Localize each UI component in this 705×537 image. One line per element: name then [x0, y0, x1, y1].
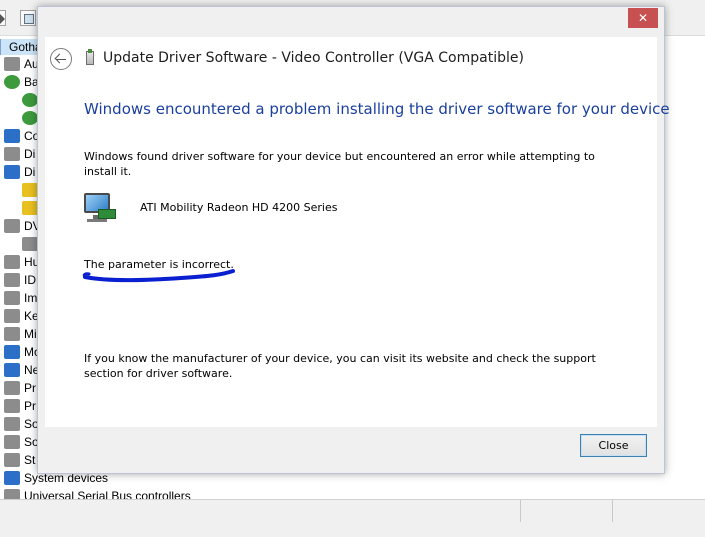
dialog-title-bar[interactable]: ✕ [38, 7, 664, 37]
driver-install-icon [86, 49, 96, 69]
processor-icon [4, 399, 20, 413]
device-name: ATI Mobility Radeon HD 4200 Series [140, 201, 338, 214]
status-bar [0, 499, 705, 537]
support-note: If you know the manufacturer of your dev… [84, 352, 596, 380]
main-instruction: Windows encountered a problem installing… [84, 100, 670, 118]
display-adapter-icon [4, 165, 20, 179]
tree-item[interactable]: Universal Serial Bus controllers [4, 487, 191, 499]
dialog-header: Update Driver Software - Video Controlle… [45, 37, 657, 83]
tree-item[interactable]: DV [4, 217, 41, 235]
tree-item[interactable]: Ba [4, 73, 39, 91]
tree-item[interactable]: St [4, 451, 35, 469]
back-arrow-icon[interactable] [0, 10, 6, 26]
system-devices-icon [4, 471, 20, 485]
status-divider [612, 500, 613, 522]
update-driver-dialog: ✕ Update Driver Software - Video Control… [37, 6, 670, 474]
warning-icon [22, 201, 38, 215]
battery-device-icon [22, 93, 38, 107]
tree-item[interactable]: Im [4, 289, 37, 307]
usb-icon [4, 489, 20, 499]
disk-icon [4, 147, 20, 161]
back-arrow-icon[interactable] [50, 48, 72, 70]
storage-controller-icon [4, 453, 20, 467]
tree-item[interactable]: Hu [4, 253, 39, 271]
battery-icon [4, 75, 20, 89]
properties-icon[interactable] [20, 10, 36, 26]
computer-icon [4, 129, 20, 143]
tree-item[interactable]: Ne [4, 361, 39, 379]
software-device-icon [4, 417, 20, 431]
tree-item[interactable]: Pr [4, 397, 36, 415]
close-button[interactable]: Close [580, 434, 647, 457]
audio-icon [4, 57, 20, 71]
tree-item[interactable]: So [4, 433, 39, 451]
tree-item[interactable]: Pr [4, 379, 36, 397]
status-divider [520, 500, 521, 522]
tree-item[interactable]: Mi [4, 325, 37, 343]
tree-item[interactable]: Di [4, 145, 35, 163]
monitor-icon [4, 345, 20, 359]
keyboard-icon [4, 309, 20, 323]
hid-icon [4, 255, 20, 269]
dvd-device-icon [22, 237, 38, 251]
dvd-drive-icon [4, 219, 20, 233]
tree-item[interactable]: Co [4, 127, 39, 145]
window-close-button[interactable]: ✕ [628, 8, 658, 28]
sound-icon [4, 435, 20, 449]
warning-icon [22, 183, 38, 197]
printer-icon [4, 381, 20, 395]
display-adapter-icon [82, 191, 118, 225]
battery-device-icon [22, 111, 38, 125]
tree-item[interactable]: Di [4, 163, 35, 181]
tree-root-computer[interactable]: Gotha [0, 39, 42, 55]
tree-item[interactable]: So [4, 415, 39, 433]
error-description: Windows found driver software for your d… [84, 150, 595, 178]
dialog-content: Windows encountered a problem installing… [45, 83, 670, 427]
tree-item[interactable]: Au [4, 55, 39, 73]
ide-controller-icon [4, 273, 20, 287]
tree-item[interactable]: Ke [4, 307, 39, 325]
hand-drawn-underline [82, 269, 235, 283]
dialog-title: Update Driver Software - Video Controlle… [103, 50, 524, 66]
tree-item[interactable]: ID [4, 271, 36, 289]
network-adapter-icon [4, 363, 20, 377]
imaging-device-icon [4, 291, 20, 305]
tree-item[interactable]: Mo [4, 343, 41, 361]
mouse-icon [4, 327, 20, 341]
